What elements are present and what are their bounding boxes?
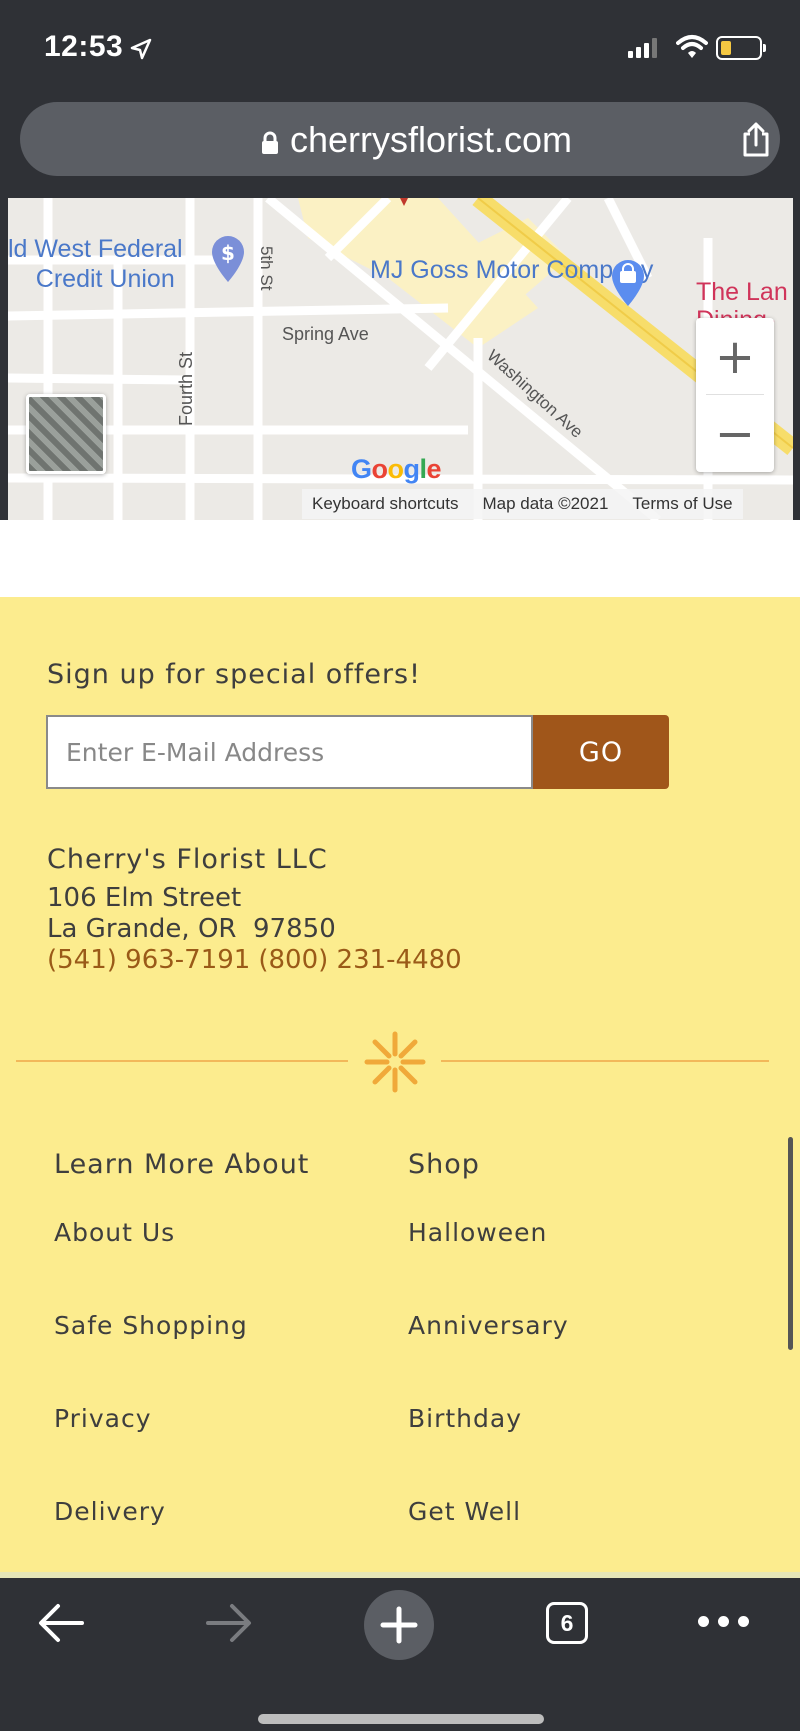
wifi-icon <box>676 35 708 58</box>
company-name: Cherry's Florist LLC <box>47 844 328 875</box>
satellite-view-toggle[interactable] <box>26 394 106 474</box>
link-birthday[interactable]: Birthday <box>408 1404 522 1433</box>
tab-switcher-button[interactable]: 6 <box>546 1602 588 1644</box>
scrollbar[interactable] <box>788 1137 793 1350</box>
learn-more-heading: Learn More About <box>54 1149 310 1180</box>
lock-icon <box>262 131 278 154</box>
browser-toolbar: 6 <box>0 1578 800 1731</box>
google-logo: Google <box>351 454 442 484</box>
address-bar-area: cherrysflorist.com <box>0 95 800 198</box>
link-delivery[interactable]: Delivery <box>54 1497 166 1526</box>
address-street: 106 Elm Street <box>47 883 242 913</box>
site-footer: Sign up for special offers! GO Cherry's … <box>0 597 800 1572</box>
map-label-5th-st: 5th St <box>257 246 276 291</box>
map-label-fourth-st: Fourth St <box>176 351 196 426</box>
status-time: 12:53 <box>44 30 124 63</box>
url-text: cherrysflorist.com <box>290 119 573 160</box>
phone-local-link[interactable]: (541) 963-7191 <box>47 945 250 975</box>
zoom-out-button[interactable]: − <box>696 395 774 472</box>
map-label-federal-credit-union: ld West Federal Credit Union <box>8 235 183 293</box>
back-arrow-icon[interactable] <box>36 1600 86 1646</box>
signup-title: Sign up for special offers! <box>47 659 421 690</box>
location-arrow-icon <box>130 38 152 60</box>
battery-icon <box>716 36 766 60</box>
go-button[interactable]: GO <box>533 715 669 789</box>
zoom-control: + − <box>696 318 774 472</box>
link-halloween[interactable]: Halloween <box>408 1218 547 1247</box>
bank-pin-icon[interactable]: $ <box>210 234 246 284</box>
location-map[interactable]: ld West Federal Credit Union $ 5th St MJ… <box>8 198 793 520</box>
phone-toll-free-link[interactable]: (800) 231-4480 <box>258 945 461 975</box>
share-icon[interactable] <box>740 122 772 158</box>
divider-left <box>16 1060 348 1062</box>
phone-numbers: (541) 963-7191 (800) 231-4480 <box>47 945 462 975</box>
link-get-well[interactable]: Get Well <box>408 1497 521 1526</box>
map-footer: Keyboard shortcuts Map data ©2021 Terms … <box>302 489 743 519</box>
link-about-us[interactable]: About Us <box>54 1218 175 1247</box>
plus-icon <box>380 1606 418 1644</box>
more-menu-icon[interactable] <box>698 1616 749 1627</box>
map-spacer <box>0 520 800 597</box>
svg-text:$: $ <box>221 241 235 265</box>
shopping-pin-icon[interactable] <box>610 258 646 308</box>
link-safe-shopping[interactable]: Safe Shopping <box>54 1311 248 1340</box>
zoom-in-button[interactable]: + <box>696 318 774 395</box>
link-privacy[interactable]: Privacy <box>54 1404 152 1433</box>
terms-of-use-link[interactable]: Terms of Use <box>632 494 732 514</box>
status-bar: 12:53 <box>0 0 800 95</box>
flower-icon <box>364 1031 426 1093</box>
map-label-spring-ave: Spring Ave <box>282 324 369 344</box>
divider-right <box>441 1060 769 1062</box>
address-city: La Grande, OR 97850 <box>47 914 336 944</box>
new-tab-button[interactable] <box>364 1590 434 1660</box>
link-anniversary[interactable]: Anniversary <box>408 1311 569 1340</box>
shop-heading: Shop <box>408 1149 480 1180</box>
email-input[interactable] <box>46 715 533 789</box>
keyboard-shortcuts-link[interactable]: Keyboard shortcuts <box>312 494 458 514</box>
map-data-text: Map data ©2021 <box>482 494 609 513</box>
cellular-signal-icon <box>628 38 657 58</box>
home-indicator <box>258 1714 544 1724</box>
address-bar[interactable]: cherrysflorist.com <box>20 102 780 176</box>
forward-arrow-icon[interactable] <box>204 1600 254 1646</box>
